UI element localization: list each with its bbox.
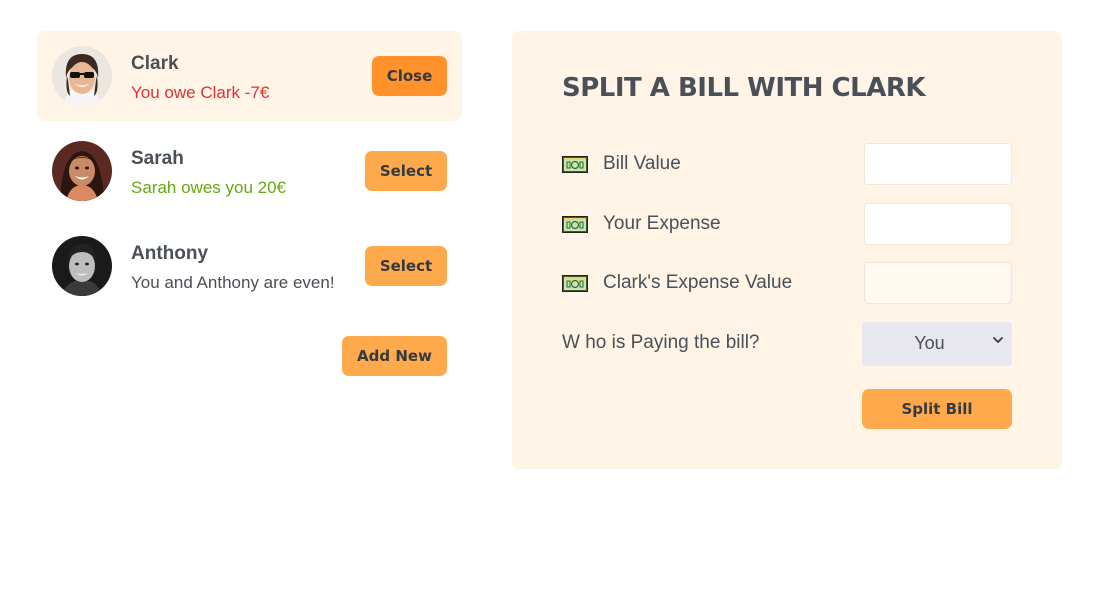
money-icon [562,215,588,233]
money-icon [562,155,588,173]
friends-sidebar: Clark You owe Clark -7€ Close Sarah Sara… [37,31,462,316]
friend-item-sarah[interactable]: Sarah Sarah owes you 20€ Select [37,126,462,216]
avatar [52,236,112,296]
payer-select[interactable]: You [862,322,1012,366]
your-expense-input[interactable] [864,203,1012,245]
your-expense-row: Your Expense [562,203,1012,247]
friend-item-clark[interactable]: Clark You owe Clark -7€ Close [37,31,462,121]
form-title: SPLIT A BILL WITH CLARK [562,73,926,103]
friend-item-anthony[interactable]: Anthony You and Anthony are even! Select [37,221,462,311]
bill-value-row: Bill Value [562,143,1012,187]
bill-value-label: Bill Value [603,153,681,174]
avatar [52,46,112,106]
split-bill-form: SPLIT A BILL WITH CLARK Bill Value Your … [512,31,1062,469]
payer-label: W ho is Paying the bill? [562,332,760,353]
your-expense-label: Your Expense [603,213,721,234]
add-new-button[interactable]: Add New [342,336,447,376]
friend-balance-status: You and Anthony are even! [131,273,335,292]
split-bill-button[interactable]: Split Bill [862,389,1012,429]
friend-expense-input [864,262,1012,304]
select-button[interactable]: Select [365,151,447,191]
chevron-down-icon [993,337,1003,343]
friend-name: Sarah [131,148,184,169]
friend-balance-status: You owe Clark -7€ [131,83,270,102]
friend-expense-label: Clark's Expense Value [603,272,793,293]
money-icon [562,274,588,292]
friend-balance-status: Sarah owes you 20€ [131,178,286,197]
payer-row: W ho is Paying the bill? You [562,322,1012,366]
payer-selected-value: You [914,333,945,353]
friend-name: Clark [131,53,179,74]
close-button[interactable]: Close [372,56,447,96]
select-button[interactable]: Select [365,246,447,286]
friend-name: Anthony [131,243,209,264]
avatar [52,141,112,201]
friend-expense-row: Clark's Expense Value [562,262,1012,306]
bill-value-input[interactable] [864,143,1012,185]
